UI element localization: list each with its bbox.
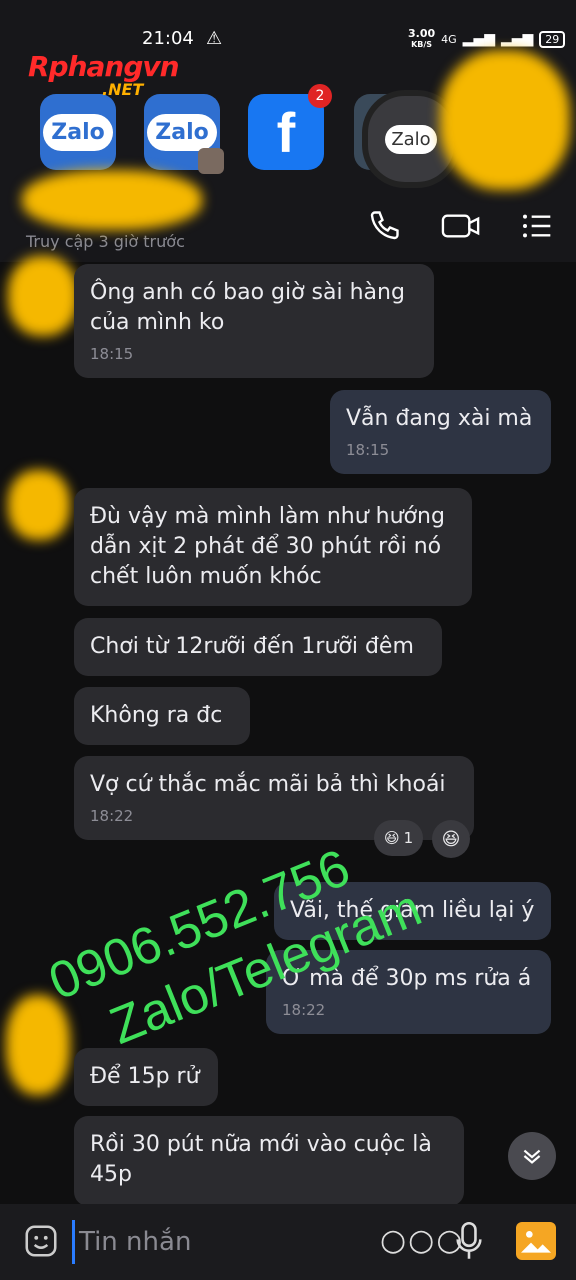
message-text: Chơi từ 12rưỡi đến 1rưỡi đêm [90, 634, 414, 659]
video-call-icon[interactable] [440, 208, 484, 244]
privacy-blur-avatar [440, 50, 570, 190]
status-indicators: 3.00 KB/S 4G ▂▄▆ ▂▄▆ 29 [408, 27, 566, 50]
message-time: 18:22 [282, 1001, 326, 1019]
clone-badge-icon [198, 148, 224, 174]
zalo-app-bubble-2[interactable]: Zalo [144, 94, 224, 174]
message-text: Ông anh có bao giờ sài hàng của mình ko [90, 280, 405, 335]
avatar-blur [8, 256, 78, 336]
message-bubble[interactable]: Ông anh có bao giờ sài hàng của mình ko … [74, 264, 434, 378]
zalo-app-bubble[interactable]: Zalo [40, 94, 116, 170]
menu-icon[interactable] [520, 210, 554, 242]
status-time: 21:04 [142, 28, 194, 49]
image-picker-icon[interactable] [516, 1222, 556, 1260]
chevron-down-icon [523, 1149, 541, 1164]
network-label: 4G [441, 32, 457, 46]
add-reaction-button[interactable]: 😆 [432, 820, 470, 858]
message-input[interactable]: Tin nhắn [72, 1220, 369, 1264]
message-text: Đù vậy mà mình làm như hướng dẫn xịt 2 p… [90, 504, 445, 589]
microphone-icon[interactable] [452, 1220, 486, 1262]
battery-icon: 29 [539, 30, 566, 48]
message-bubble[interactable]: Không ra đc [74, 687, 250, 745]
watermark-logo: Rphangvn [28, 50, 180, 83]
message-bubble-own[interactable]: Vẫn đang xài mà 18:15 [330, 390, 551, 474]
facebook-icon: f [276, 100, 296, 164]
watermark-logo-net: .NET [102, 80, 144, 99]
facebook-app-bubble[interactable]: f 2 [248, 84, 332, 170]
laughing-emoji-icon: 😆 [441, 828, 461, 850]
avatar-blur [8, 470, 70, 540]
message-time: 18:15 [346, 441, 390, 459]
message-text: Vợ cứ thắc mắc mãi bả thì khoái [90, 772, 446, 797]
message-text: Không ra đc [90, 703, 223, 728]
net-speed: 3.00 KB/S [408, 27, 436, 49]
message-bubble[interactable]: Chơi từ 12rưỡi đến 1rưỡi đêm [74, 618, 442, 676]
signal-icon-2: ▂▄▆ [500, 31, 534, 47]
warning-icon: ⚠ [206, 28, 223, 49]
avatar-blur [6, 995, 70, 1095]
privacy-blur [22, 170, 202, 230]
zalo-icon: Zalo [43, 113, 113, 151]
message-text: Vẫn đang xài mà [346, 406, 533, 431]
sticker-icon[interactable] [22, 1222, 60, 1260]
message-bubble[interactable]: Đù vậy mà mình làm như hướng dẫn xịt 2 p… [74, 488, 472, 606]
message-bubble[interactable]: Rồi 30 pút nữa mới vào cuộc là 45p [74, 1116, 464, 1206]
signal-icon: ▂▄▆ [462, 31, 495, 47]
zalo-icon: Zalo [147, 113, 217, 151]
zalo-icon: Zalo [385, 124, 437, 154]
phone-watermark: 0906.552.756 Zalo/Telegram [40, 817, 431, 1074]
notification-badge: 2 [308, 84, 332, 108]
scroll-to-bottom-button[interactable] [508, 1132, 556, 1180]
message-time: 18:15 [90, 345, 134, 363]
phone-icon[interactable] [366, 208, 402, 244]
last-seen-status: Truy cập 3 giờ trước [26, 232, 185, 251]
message-text: Rồi 30 pút nữa mới vào cuộc là 45p [90, 1132, 432, 1187]
message-text: Để 15p rử [90, 1064, 200, 1089]
